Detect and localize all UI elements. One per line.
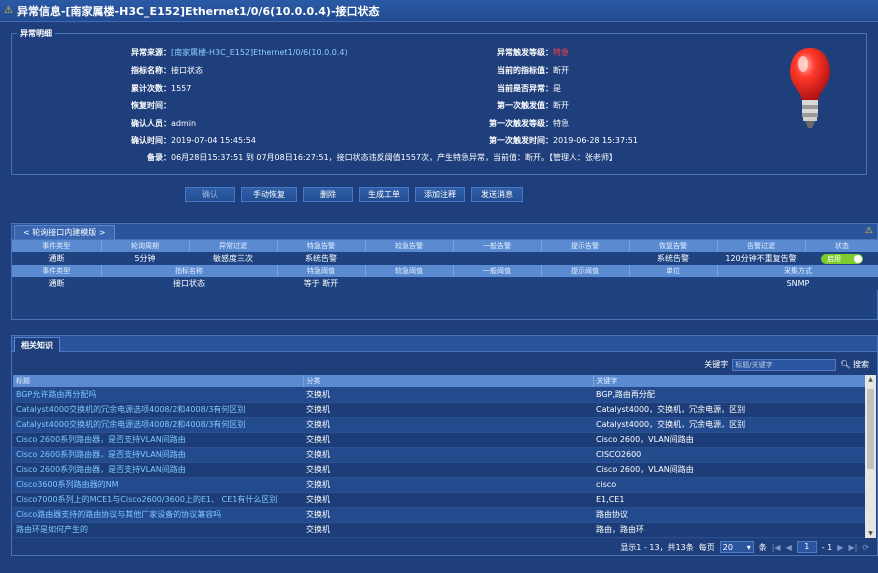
status-badge: 特急 bbox=[553, 48, 569, 57]
field-first-value: 第一次触发值：断开 bbox=[497, 101, 569, 110]
warning-icon: ⚠ bbox=[864, 226, 873, 236]
table-row[interactable]: Cisco3600系列路由器的NM 交换机 cisco bbox=[13, 477, 866, 493]
rule-row-2: 通断 接口状态 等于 断开 SNMP bbox=[12, 277, 878, 290]
rule-table-2: 事件类型 指标名称 特急阈值 较急阈值 一般阈值 提示阈值 单位 采集方式 通断… bbox=[12, 265, 878, 290]
field-source: 异常来源：[南家属楼-H3C_E152]Ethernet1/0/6(10.0.0… bbox=[131, 48, 348, 57]
rule-panel: < 轮询接口内建模版 > ⚠ 事件类型 轮询周期 异常过滤 特急告警 较急告警 … bbox=[11, 223, 878, 320]
rule-header-row-2: 事件类型 指标名称 特急阈值 较急阈值 一般阈值 提示阈值 单位 采集方式 bbox=[12, 265, 878, 277]
knowledge-header-row: 标题 分类 关键字 bbox=[13, 375, 867, 387]
warning-icon: ⚠ bbox=[4, 5, 13, 16]
field-confirm-time: 确认时间：2019-07-04 15:45:54 bbox=[131, 136, 256, 145]
table-row[interactable]: 路由环是如何产生的 交换机 路由，路由环 bbox=[13, 522, 866, 538]
rule-header-row-1: 事件类型 轮询周期 异常过滤 特急告警 较急告警 一般告警 提示告警 恢复告警 … bbox=[12, 240, 878, 252]
tab-related-knowledge[interactable]: 相关知识 bbox=[14, 337, 60, 352]
lightbulb-icon bbox=[790, 48, 830, 128]
table-row[interactable]: Catalyst4000交换机的冗余电源选项4008/2和4008/3有何区别交… bbox=[13, 417, 866, 433]
knowledge-scrollbar[interactable]: ▲ ▼ bbox=[865, 375, 876, 538]
rule-table-1: 事件类型 轮询周期 异常过滤 特急告警 较急告警 一般告警 提示告警 恢复告警 … bbox=[12, 240, 878, 265]
per-page-label: 每页 bbox=[698, 542, 715, 552]
source-link[interactable]: [南家属楼-H3C_E152]Ethernet1/0/6(10.0.0.4) bbox=[171, 48, 348, 57]
per-page-unit: 条 bbox=[758, 542, 767, 552]
page-total: - 1 bbox=[821, 542, 833, 552]
table-row[interactable]: Cisco 2600系列路由器，是否支持VLAN间路由 交换机 Cisco 2600… bbox=[13, 432, 866, 448]
rule-row-1: 通断 5分钟 敏感度三次 系统告警 系统告警 120分钟不重复告警 启用 bbox=[12, 252, 878, 265]
field-trigger-level: 异常触发等级：特急 bbox=[497, 48, 569, 57]
scroll-down-icon[interactable]: ▼ bbox=[865, 530, 876, 537]
field-recover-time: 恢复时间： bbox=[131, 101, 171, 110]
search-label: 关键字 bbox=[704, 360, 729, 369]
add-note-button[interactable]: 添加注释 bbox=[415, 187, 465, 202]
knowledge-search: 关键字 标题/关键字 🔍︎ 搜索 bbox=[704, 358, 869, 371]
pager-summary: 显示1 - 13，共13条 bbox=[620, 542, 694, 552]
prev-page-icon[interactable]: ◀ bbox=[786, 543, 792, 552]
knowledge-table: 标题 分类 关键字 BGP允许路由再分配吗 交换机 BGP,路由再分配 Cataly… bbox=[13, 375, 867, 538]
table-row[interactable]: Cisco 2600系列路由器，是否支持VLAN间路由 交换机 Cisco 2600… bbox=[13, 462, 866, 478]
send-message-button[interactable]: 发送消息 bbox=[471, 187, 523, 202]
knowledge-panel: 相关知识 关键字 标题/关键字 🔍︎ 搜索 标题 分类 关键字 BGP允许路由再… bbox=[11, 335, 878, 556]
delete-button[interactable]: 删除 bbox=[303, 187, 353, 202]
confirm-button[interactable]: 确认 bbox=[185, 187, 235, 202]
window-title: 异常信息-[南家属楼-H3C_E152]Ethernet1/0/6(10.0.0… bbox=[16, 4, 380, 18]
field-first-time: 第一次触发时间：2019-06-28 15:37:51 bbox=[489, 136, 638, 145]
tab-polling-template[interactable]: < 轮询接口内建模版 > bbox=[14, 225, 115, 239]
chevron-down-icon: ▾ bbox=[746, 542, 751, 552]
search-icon: 🔍︎ bbox=[840, 360, 851, 369]
page-input[interactable]: 1 bbox=[796, 541, 817, 553]
field-current-value: 当前的指标值：断开 bbox=[497, 66, 569, 75]
search-button[interactable]: 🔍︎ 搜索 bbox=[840, 359, 869, 370]
first-page-icon[interactable]: |◀ bbox=[772, 543, 781, 552]
table-row[interactable]: Cisco7000系列上的MCE1与Cisco2600/3600上的E1、 CE… bbox=[13, 492, 866, 508]
table-row[interactable]: Catalyst4000交换机的冗余电源选项4008/2和4008/3有何区别交… bbox=[13, 402, 866, 418]
next-page-icon[interactable]: ▶ bbox=[837, 543, 843, 552]
field-first-level: 第一次触发等级：特急 bbox=[489, 119, 569, 128]
manual-recover-button[interactable]: 手动恢复 bbox=[241, 187, 297, 202]
pagination-bar: 显示1 - 13，共13条 每页 20 ▾ 条 |◀ ◀ 1 - 1 ▶ ▶| ⟳ bbox=[12, 539, 877, 555]
action-toolbar: 确认 手动恢复 删除 生成工单 添加注释 发送消息 bbox=[185, 187, 523, 202]
field-count: 累计次数：1557 bbox=[131, 84, 192, 93]
refresh-icon[interactable]: ⟳ bbox=[862, 543, 869, 552]
window-title-bar: ⚠ 异常信息-[南家属楼-H3C_E152]Ethernet1/0/6(10.0… bbox=[0, 0, 878, 22]
status-toggle[interactable]: 启用 bbox=[821, 253, 863, 264]
scrollbar-thumb[interactable] bbox=[867, 389, 874, 469]
search-input[interactable]: 标题/关键字 bbox=[732, 358, 837, 371]
field-is-abnormal: 当前是否异常：是 bbox=[497, 84, 561, 93]
table-row[interactable]: BGP允许路由再分配吗 交换机 BGP,路由再分配 bbox=[13, 387, 866, 403]
last-page-icon[interactable]: ▶| bbox=[848, 543, 857, 552]
per-page-select[interactable]: 20 ▾ bbox=[719, 541, 754, 553]
table-row[interactable]: Cisco路由器支持的路由协议与其他厂家设备的协议兼容吗 交换机 路由协议 bbox=[13, 507, 866, 523]
field-remark: 备录：06月28日15:37:51 到 07月08日16:27:51，接口状态违… bbox=[147, 153, 618, 162]
field-confirm-user: 确认人员：admin bbox=[131, 119, 197, 128]
detail-legend: 异常明细 bbox=[17, 28, 55, 39]
table-row[interactable]: Cisco 2600系列路由器，是否支持VLAN间路由 交换机 CISCO2600 bbox=[13, 447, 866, 463]
create-ticket-button[interactable]: 生成工单 bbox=[359, 187, 409, 202]
field-metric: 指标名称：接口状态 bbox=[131, 66, 203, 75]
scroll-up-icon[interactable]: ▲ bbox=[865, 376, 876, 383]
